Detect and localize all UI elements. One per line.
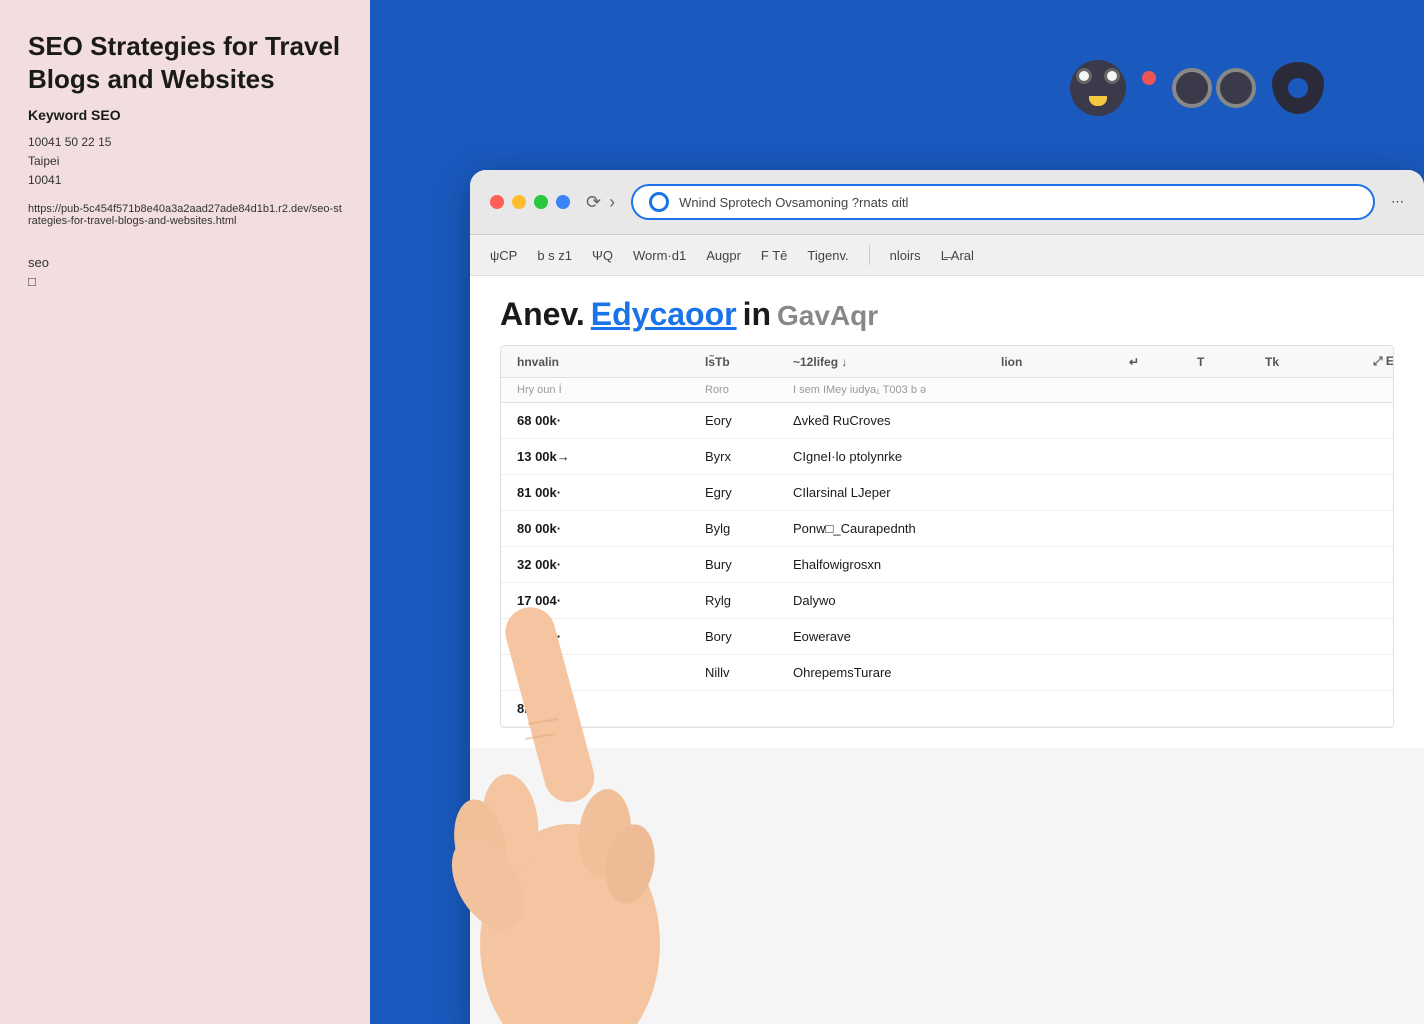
th-col3: ~12lifeg ↓ — [793, 355, 993, 369]
cell-volume-2: 81 00k· — [517, 485, 697, 500]
cell-name-5: Rylg — [705, 593, 785, 608]
toolbar-item-2[interactable]: b s z1 — [537, 248, 572, 263]
browser-address-bar[interactable]: Wnind Sprotech Ovsamoning ?rnats αίtl — [631, 184, 1375, 220]
cell-volume-0: 68 00k· — [517, 413, 697, 428]
browser-chrome: ⟳ › Wnind Sprotech Ovsamoning ?rnats αίt… — [470, 170, 1424, 235]
subh-col3: I sem IMey iudya₁ T003 b ə — [793, 384, 1394, 396]
toolbar-item-aral[interactable]: L̶ Aral — [941, 248, 974, 263]
table-row[interactable]: 13 00k→ Byrx CIgneI·lo ptolynrke — [501, 439, 1393, 475]
cell-volume-7: S0 00k· — [517, 665, 697, 680]
page-title-row: Anev. Edycaoor in GavAqr — [500, 296, 1394, 333]
traffic-light-red[interactable] — [490, 195, 504, 209]
page-subtitle: GavAqr — [777, 300, 878, 332]
table-header: hnvalin ls̃Tb ~12lifeg ↓ lion ↵ T Tk ⤢ E… — [501, 346, 1393, 378]
toolbar-item-1[interactable]: ψCP — [490, 248, 517, 263]
toolbar-item-worm[interactable]: Worm·d1 — [633, 248, 686, 263]
table-row[interactable]: 8F 00k· — [501, 691, 1393, 727]
th-col1: hnvalin — [517, 355, 697, 369]
table-row[interactable]: 32 00k· Bory Eowerave — [501, 619, 1393, 655]
cell-keyword-1: CIgneI·lo ptolynrke — [793, 449, 993, 464]
leaf-icon — [1272, 62, 1324, 114]
cell-keyword-0: Δvkeƌ RuCroves — [793, 413, 993, 428]
browser-window: ⟳ › Wnind Sprotech Ovsamoning ?rnats αίt… — [470, 170, 1424, 1024]
cell-name-6: Bory — [705, 629, 785, 644]
browser-toolbar-right: ⋯ — [1391, 194, 1404, 210]
secondary-toolbar: ψCP b s z1 ΨQ Worm·d1 Augpr F Tē Tigenv.… — [470, 235, 1424, 276]
red-dot-icon — [1142, 71, 1156, 85]
th-col7: Tk — [1265, 355, 1365, 369]
th-col4: lion — [1001, 355, 1121, 369]
toolbar-item-nloirs[interactable]: nloirs — [890, 248, 921, 263]
toolbar-item-te[interactable]: F Tē — [761, 248, 788, 263]
table-subheader: Hry oun İ Roro I sem IMey iudya₁ T003 b … — [501, 378, 1393, 403]
th-col6: T — [1197, 355, 1257, 369]
toolbar-divider — [869, 245, 870, 265]
cell-keyword-6: Eowerave — [793, 629, 993, 644]
data-table: hnvalin ls̃Tb ~12lifeg ↓ lion ↵ T Tk ⤢ E… — [500, 345, 1394, 728]
toolbar-item-augpr[interactable]: Augpr — [706, 248, 741, 263]
th-col2: ls̃Tb — [705, 355, 785, 369]
toolbar-item-3[interactable]: ΨQ — [592, 248, 613, 263]
subh-col1: Hry oun İ — [517, 384, 697, 396]
sidebar-tags: seo □ — [28, 255, 342, 289]
traffic-light-green[interactable] — [534, 195, 548, 209]
sidebar-tag-seo: seo — [28, 255, 342, 270]
table-row[interactable]: 68 00k· Eory Δvkeƌ RuCroves — [501, 403, 1393, 439]
sidebar-subtitle: Keyword SEO — [28, 107, 342, 123]
sidebar-meta: 10041 50 22 15 Taipei 10041 — [28, 133, 342, 191]
cell-name-7: Nillv — [705, 665, 785, 680]
address-circle-icon — [649, 192, 669, 212]
page-title-part1: Anev. — [500, 296, 585, 333]
toolbar-item-tiger[interactable]: Tigenv. — [807, 248, 848, 263]
address-text: Wnind Sprotech Ovsamoning ?rnats αίtl — [679, 195, 1357, 210]
cell-volume-6: 32 00k· — [517, 629, 697, 644]
toolbar-extra: ⋯ — [1391, 194, 1404, 210]
sidebar-meta-line2: Taipei — [28, 154, 59, 168]
cell-keyword-5: Dalywo — [793, 593, 993, 608]
cell-volume-4: 32 00k· — [517, 557, 697, 572]
sidebar-title: SEO Strategies for Travel Blogs and Webs… — [28, 30, 342, 95]
cell-name-2: Egry — [705, 485, 785, 500]
main-area: ⟳ › Wnind Sprotech Ovsamoning ?rnats αίt… — [370, 0, 1424, 1024]
cell-keyword-3: Ponw□_Caurapednth — [793, 521, 993, 536]
heart-icon — [1172, 68, 1256, 108]
cell-keyword-4: Ehalfowigrosxn — [793, 557, 993, 572]
th-col5: ↵ — [1129, 355, 1189, 369]
page-title-in: in — [743, 296, 771, 333]
sidebar: SEO Strategies for Travel Blogs and Webs… — [0, 0, 370, 1024]
cell-keyword-7: OhrepemsTurare — [793, 665, 993, 680]
table-row[interactable]: S0 00k· Nillv OhrepemsTurare — [501, 655, 1393, 691]
th-col8: ⤢ Excietoni — [1373, 354, 1394, 369]
table-row[interactable]: 81 00k· Egry CIlarsinal LJeper — [501, 475, 1393, 511]
page-title-highlight: Edycaoor — [591, 296, 737, 333]
cell-volume-3: 80 00k· — [517, 521, 697, 536]
sidebar-meta-line1: 10041 50 22 15 — [28, 135, 111, 149]
page-content: Anev. Edycaoor in GavAqr hnvalin ls̃Tb ~… — [470, 276, 1424, 748]
traffic-light-yellow[interactable] — [512, 195, 526, 209]
sidebar-tag-symbol: □ — [28, 274, 342, 289]
subh-col2: Roro — [705, 384, 785, 396]
cell-volume-8: 8F 00k· — [517, 701, 697, 716]
cell-name-3: Bylg — [705, 521, 785, 536]
traffic-lights — [490, 195, 570, 209]
cell-volume-1: 13 00k→ — [517, 449, 697, 464]
nav-refresh-icon[interactable]: ⟳ — [586, 192, 601, 213]
cell-volume-5: 17 004· — [517, 593, 697, 608]
page-header: Anev. Edycaoor in GavAqr — [500, 296, 1394, 333]
cell-keyword-2: CIlarsinal LJeper — [793, 485, 993, 500]
table-row[interactable]: 17 004· Rylg Dalywo — [501, 583, 1393, 619]
sidebar-meta-line3: 10041 — [28, 173, 61, 187]
sidebar-url: https://pub-5c454f571b8e40a3a2aad27ade84… — [28, 203, 342, 227]
cell-name-0: Eory — [705, 413, 785, 428]
table-row[interactable]: 80 00k· Bylg Ponw□_Caurapednth — [501, 511, 1393, 547]
table-row[interactable]: 32 00k· Bury Ehalfowigrosxn — [501, 547, 1393, 583]
nav-forward-icon[interactable]: › — [609, 192, 615, 213]
cell-name-1: Byrx — [705, 449, 785, 464]
owl-icon — [1070, 60, 1126, 116]
cell-name-4: Bury — [705, 557, 785, 572]
table-rows-container: 68 00k· Eory Δvkeƌ RuCroves 13 00k→ Byrx… — [501, 403, 1393, 727]
top-icons-area — [1070, 60, 1324, 116]
browser-nav: ⟳ › — [586, 192, 615, 213]
traffic-light-blue[interactable] — [556, 195, 570, 209]
